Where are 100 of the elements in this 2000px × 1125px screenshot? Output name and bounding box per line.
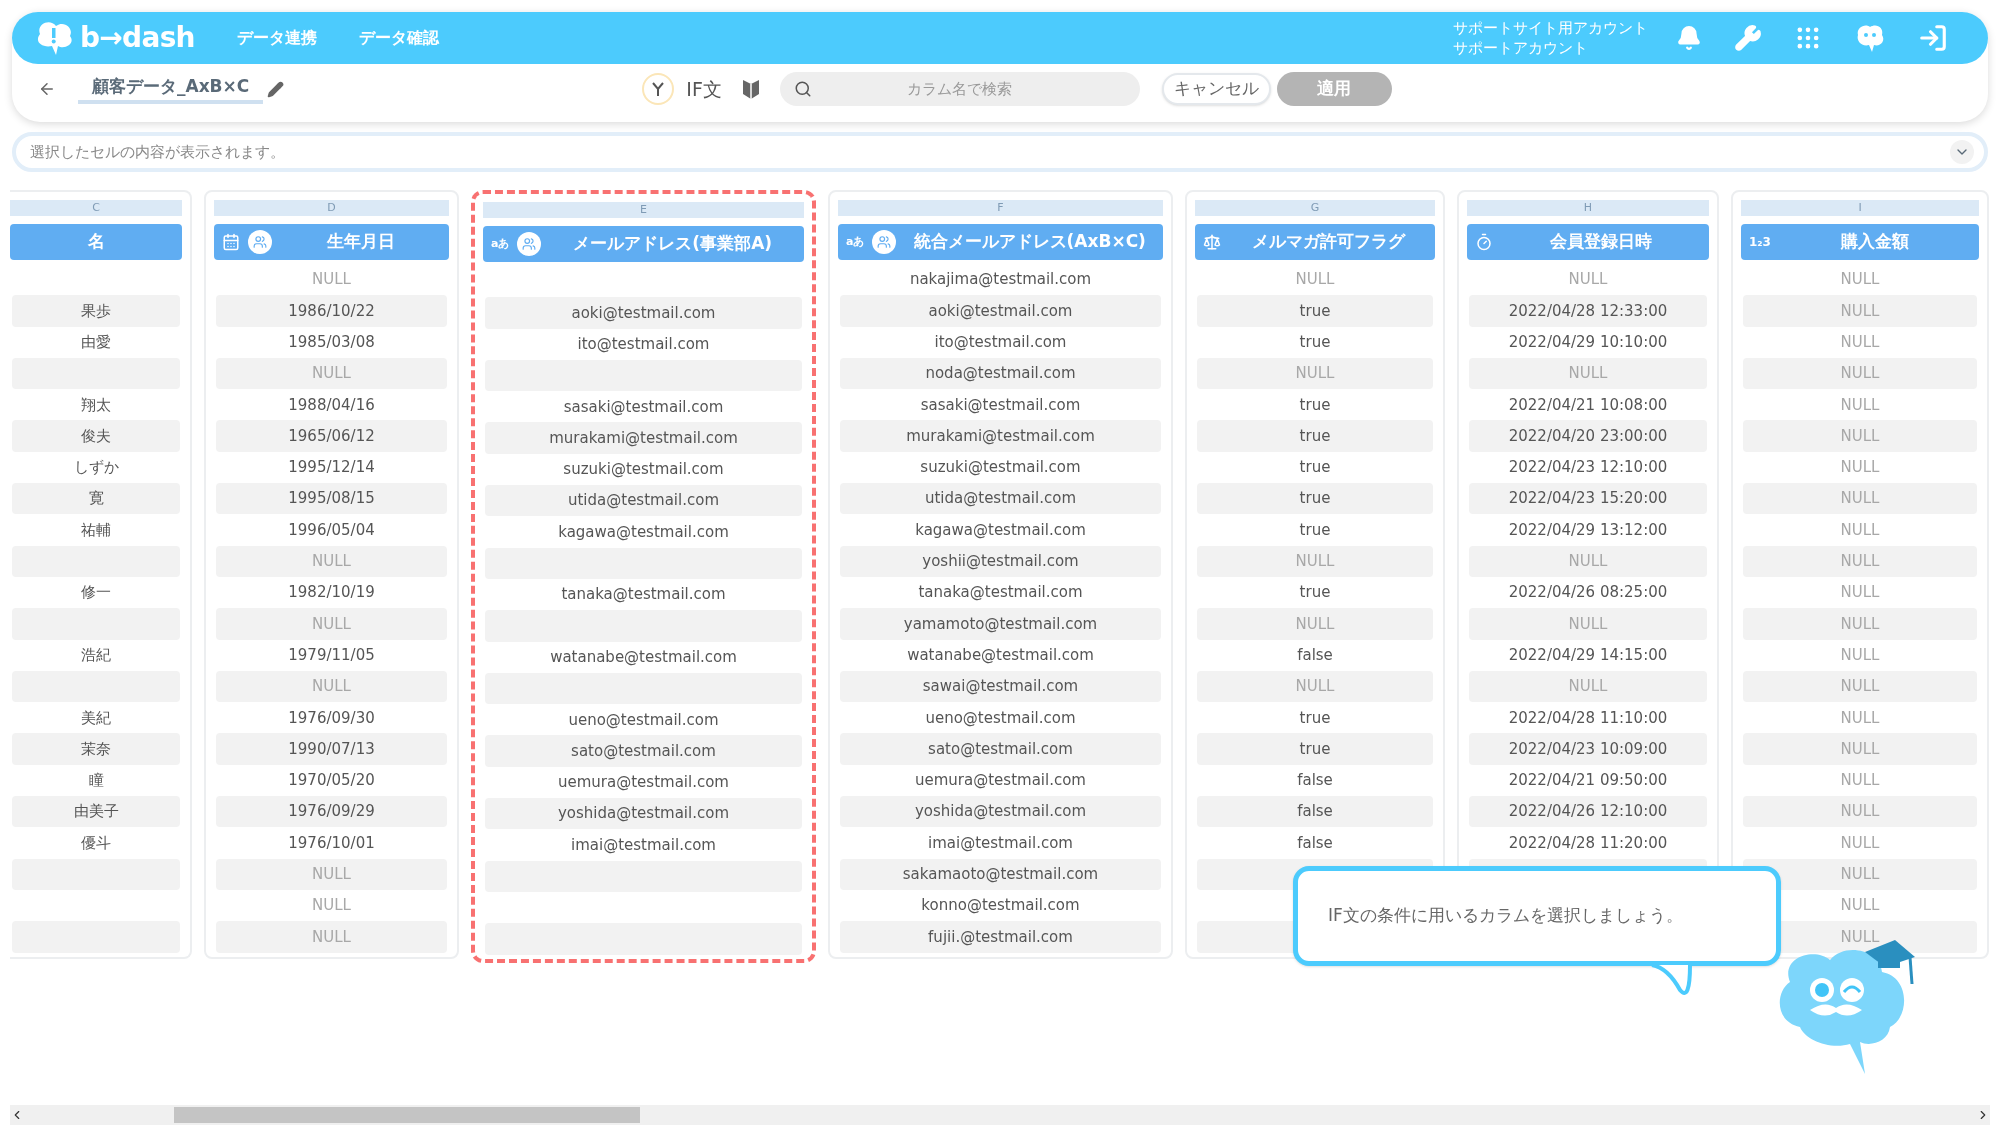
wrench-icon[interactable]	[1734, 24, 1762, 52]
table-cell[interactable]: 2022/04/28 12:33:00	[1469, 295, 1707, 327]
table-cell[interactable]: false	[1197, 764, 1433, 797]
table-cell[interactable]: 優斗	[12, 827, 180, 859]
cell-content-field[interactable]: 選択したセルの内容が表示されます。	[12, 132, 1988, 172]
table-cell[interactable]: sasaki@testmail.com	[840, 389, 1161, 421]
cancel-button[interactable]: キャンセル	[1161, 73, 1271, 105]
table-cell[interactable]: 由愛	[12, 326, 180, 358]
table-cell[interactable]: uemura@testmail.com	[485, 766, 802, 799]
table-cell[interactable]: sato@testmail.com	[485, 735, 802, 767]
table-cell[interactable]: 1990/07/13	[216, 733, 447, 765]
table-cell[interactable]: true	[1197, 389, 1433, 421]
table-cell[interactable]: imai@testmail.com	[840, 827, 1161, 859]
table-cell[interactable]: 1970/05/20	[216, 764, 447, 797]
table-cell[interactable]: true	[1197, 483, 1433, 515]
table-cell[interactable]: utida@testmail.com	[485, 485, 802, 517]
table-cell[interactable]: 1965/06/12	[216, 420, 447, 452]
table-cell[interactable]: false	[1197, 639, 1433, 671]
table-cell[interactable]: ito@testmail.com	[485, 328, 802, 360]
table-cell[interactable]: 美紀	[12, 702, 180, 734]
table-cell[interactable]: 2022/04/29 14:15:00	[1469, 639, 1707, 671]
table-cell[interactable]: 瞳	[12, 764, 180, 797]
table-cell[interactable]: 寛	[12, 483, 180, 515]
table-cell[interactable]: 2022/04/21 10:08:00	[1469, 389, 1707, 421]
table-cell[interactable]: 2022/04/28 11:20:00	[1469, 827, 1707, 859]
table-cell[interactable]: 1976/09/30	[216, 702, 447, 734]
table-cell[interactable]: 1996/05/04	[216, 514, 447, 546]
table-cell[interactable]: 1986/10/22	[216, 295, 447, 327]
table-cell[interactable]: true	[1197, 295, 1433, 327]
table-cell[interactable]: 2022/04/29 13:12:00	[1469, 514, 1707, 546]
horizontal-scrollbar[interactable]	[10, 1105, 1990, 1125]
table-cell[interactable]: 浩紀	[12, 639, 180, 671]
table-cell[interactable]: noda@testmail.com	[840, 357, 1161, 390]
table-cell[interactable]: 1995/12/14	[216, 451, 447, 484]
table-cell[interactable]: ueno@testmail.com	[485, 704, 802, 736]
table-cell[interactable]: sato@testmail.com	[840, 733, 1161, 765]
table-cell[interactable]: yamamoto@testmail.com	[840, 608, 1161, 640]
table-cell[interactable]: ito@testmail.com	[840, 326, 1161, 358]
table-cell[interactable]: 2022/04/23 15:20:00	[1469, 483, 1707, 515]
table-cell[interactable]: true	[1197, 420, 1433, 452]
table-cell[interactable]: false	[1197, 827, 1433, 859]
table-cell[interactable]: 1976/09/29	[216, 796, 447, 828]
table-cell[interactable]: 修一	[12, 576, 180, 609]
table-cell[interactable]: utida@testmail.com	[840, 483, 1161, 515]
table-cell[interactable]: true	[1197, 451, 1433, 484]
table-cell[interactable]: imai@testmail.com	[485, 829, 802, 861]
table-cell[interactable]: aoki@testmail.com	[840, 295, 1161, 327]
table-cell[interactable]: 俊夫	[12, 420, 180, 452]
table-cell[interactable]: true	[1197, 514, 1433, 546]
table-cell[interactable]: 果歩	[12, 295, 180, 327]
table-cell[interactable]: uemura@testmail.com	[840, 764, 1161, 797]
branch-icon[interactable]	[642, 73, 675, 105]
table-cell[interactable]: nakajima@testmail.com	[840, 264, 1161, 296]
table-cell[interactable]: 1982/10/19	[216, 576, 447, 609]
table-cell[interactable]: sawai@testmail.com	[840, 670, 1161, 703]
edit-pencil-icon[interactable]	[267, 80, 285, 98]
sign-in-icon[interactable]	[1918, 23, 1948, 53]
table-cell[interactable]: yoshida@testmail.com	[485, 798, 802, 830]
table-cell[interactable]: kagawa@testmail.com	[485, 516, 802, 548]
table-cell[interactable]: konno@testmail.com	[840, 889, 1161, 922]
table-cell[interactable]: 2022/04/29 10:10:00	[1469, 326, 1707, 358]
table-cell[interactable]: 2022/04/20 23:00:00	[1469, 420, 1707, 452]
table-cell[interactable]: true	[1197, 326, 1433, 358]
table-cell[interactable]: 祐輔	[12, 514, 180, 546]
table-cell[interactable]: yoshii@testmail.com	[840, 545, 1161, 577]
table-cell[interactable]: watanabe@testmail.com	[485, 641, 802, 673]
table-cell[interactable]: 1988/04/16	[216, 389, 447, 421]
table-cell[interactable]: murakami@testmail.com	[840, 420, 1161, 452]
table-cell[interactable]: murakami@testmail.com	[485, 422, 802, 454]
table-cell[interactable]: 1985/03/08	[216, 326, 447, 358]
table-cell[interactable]: true	[1197, 576, 1433, 609]
table-cell[interactable]: 2022/04/21 09:50:00	[1469, 764, 1707, 797]
table-cell[interactable]: しずか	[12, 451, 180, 484]
table-cell[interactable]: false	[1197, 796, 1433, 828]
table-cell[interactable]: yoshida@testmail.com	[840, 796, 1161, 828]
table-cell[interactable]: true	[1197, 702, 1433, 734]
table-cell[interactable]: fujii.@testmail.com	[840, 921, 1161, 953]
table-cell[interactable]: ueno@testmail.com	[840, 702, 1161, 734]
table-cell[interactable]: true	[1197, 733, 1433, 765]
table-cell[interactable]: 2022/04/23 12:10:00	[1469, 451, 1707, 484]
table-cell[interactable]: 2022/04/26 08:25:00	[1469, 576, 1707, 609]
table-cell[interactable]: 由美子	[12, 796, 180, 828]
table-cell[interactable]: 茉奈	[12, 733, 180, 765]
table-cell[interactable]: sakamaoto@testmail.com	[840, 858, 1161, 890]
table-cell[interactable]: tanaka@testmail.com	[840, 576, 1161, 609]
table-cell[interactable]: 2022/04/26 12:10:00	[1469, 796, 1707, 828]
table-cell[interactable]: 1976/10/01	[216, 827, 447, 859]
table-cell[interactable]: aoki@testmail.com	[485, 297, 802, 329]
table-cell[interactable]: kagawa@testmail.com	[840, 514, 1161, 546]
table-cell[interactable]: 2022/04/23 10:09:00	[1469, 733, 1707, 765]
dataset-title[interactable]: 顧客データ_AxB×C	[78, 74, 264, 104]
table-cell[interactable]: 1979/11/05	[216, 639, 447, 671]
bell-icon[interactable]	[1676, 25, 1702, 51]
search-field[interactable]: カラム名で検索	[779, 72, 1140, 106]
table-cell[interactable]: suzuki@testmail.com	[840, 451, 1161, 484]
table-cell[interactable]: watanabe@testmail.com	[840, 639, 1161, 671]
table-cell[interactable]: 翔太	[12, 389, 180, 421]
table-cell[interactable]: suzuki@testmail.com	[485, 453, 802, 486]
expand-chevron-icon[interactable]	[1950, 140, 1974, 164]
table-cell[interactable]: 1995/08/15	[216, 483, 447, 515]
